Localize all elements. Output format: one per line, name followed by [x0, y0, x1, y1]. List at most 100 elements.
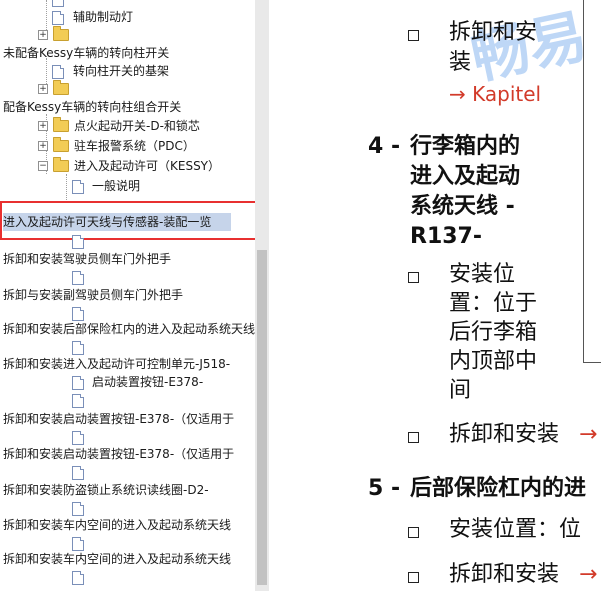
tree-item-icon-row[interactable]: [0, 568, 255, 586]
bullet-square-icon: [408, 272, 419, 283]
tree-item-partial[interactable]: [0, 0, 255, 8]
document-icon: [72, 431, 84, 445]
tree-item-label: 拆卸和安装防盗锁止系统识读线圈-D2-: [3, 483, 209, 497]
document-icon: [72, 466, 84, 480]
document-pane: 畅易 拆卸和安装 → Kapitel 4 - 行李箱内的 进入及起动 系统天线 …: [270, 0, 601, 591]
tree-item[interactable]: 配备Kessy车辆的转向柱组合开关: [0, 98, 255, 116]
tree-item[interactable]: 拆卸和安装驾驶员侧车门外把手: [0, 250, 255, 268]
tree-item[interactable]: 未配备Kessy车辆的转向柱开关: [0, 44, 255, 62]
bullet-square-icon: [408, 572, 419, 583]
folder-icon: [53, 26, 69, 41]
section-5-remove-install: 拆卸和安装: [449, 562, 560, 587]
document-icon: [52, 0, 64, 7]
tree-item-icon-row[interactable]: [0, 499, 255, 517]
folder-icon: [53, 137, 69, 152]
bullet-square-icon: [408, 432, 419, 443]
tree-item-selected[interactable]: 进入及起动许可天线与传感器-装配一览: [3, 213, 231, 231]
tree-item[interactable]: 拆卸和安装进入及起动许可控制单元-J518-: [0, 355, 255, 373]
document-icon: [72, 376, 84, 390]
tree-item[interactable]: 拆卸和安装车内空间的进入及起动系统天线: [0, 550, 255, 568]
tree-item-label: 拆卸和安装启动装置按钮-E378-（仅适用于: [3, 447, 235, 461]
document-icon: [72, 271, 84, 285]
section-4-title-line3: 系统天线 -: [410, 194, 515, 219]
document-icon: [72, 235, 84, 249]
tree-item-folder-open[interactable]: − 进入及起动许可（KESSY）: [0, 157, 255, 175]
tree-item-folder[interactable]: + 驻车报警系统（PDC）: [0, 137, 255, 155]
tree-item-label: 未配备Kessy车辆的转向柱开关: [3, 46, 170, 60]
tree-item-icon-row[interactable]: [0, 463, 255, 481]
section-5-link-arrow[interactable]: →: [579, 560, 597, 589]
tree-item[interactable]: 拆卸和安装启动装置按钮-E378-（仅适用于: [0, 445, 255, 463]
install-position-line5: 间: [449, 378, 472, 403]
expand-toggle[interactable]: +: [38, 84, 48, 94]
tree-item[interactable]: 启动装置按钮-E378-: [0, 373, 255, 391]
install-position-line2: 置：位于: [449, 291, 538, 316]
navigation-tree: 辅助制动灯 + 未配备Kessy车辆的转向柱开关 转向柱开关的基架 + 配备Ke…: [0, 0, 255, 591]
bullet-square-icon: [408, 527, 419, 538]
expand-toggle[interactable]: +: [38, 141, 48, 151]
tree-item-label: 拆卸和安装驾驶员侧车门外把手: [3, 252, 172, 266]
document-icon: [72, 502, 84, 516]
document-icon: [72, 571, 84, 585]
document-icon: [72, 180, 84, 194]
tree-item[interactable]: 拆卸和安装启动装置按钮-E378-（仅适用于: [0, 410, 255, 428]
tree-item-icon-row[interactable]: [0, 268, 255, 286]
remove-install-link-arrow[interactable]: →: [579, 420, 597, 449]
tree-item-label: 拆卸和安装进入及起动许可控制单元-J518-: [3, 357, 231, 371]
document-icon: [52, 11, 64, 25]
tree-item-label: 进入及起动许可（KESSY）: [74, 159, 221, 173]
section-4-title-line1: 行李箱内的: [410, 134, 521, 159]
tree-item-label: 转向柱开关的基架: [73, 64, 170, 78]
document-icon: [72, 537, 84, 551]
tree-item-label: 拆卸与安装副驾驶员侧车门外把手: [3, 288, 184, 302]
bullet-square-icon: [408, 30, 419, 41]
tree-item-label: 一般说明: [92, 179, 141, 193]
section-5-number: 5 -: [368, 476, 401, 501]
top-bullet-text: 拆卸和安装: [449, 20, 538, 75]
tree-item-icon-row[interactable]: [0, 338, 255, 356]
section-4-title-line2: 进入及起动: [410, 164, 521, 189]
install-position-line1: 安装位: [449, 262, 516, 287]
expand-toggle[interactable]: +: [38, 121, 48, 131]
collapse-toggle[interactable]: −: [38, 161, 48, 171]
folder-icon: [53, 80, 69, 95]
expand-toggle[interactable]: +: [38, 30, 48, 40]
tree-item-folder[interactable]: + 点火起动开关-D-和锁芯: [0, 117, 255, 135]
tree-item-icon-row[interactable]: [0, 232, 255, 250]
tree-item[interactable]: 拆卸与安装副驾驶员侧车门外把手: [0, 286, 255, 304]
section-5-title: 后部保险杠内的进: [410, 476, 587, 501]
tree-item[interactable]: 拆卸和安装防盗锁止系统识读线圈-D2-: [0, 481, 255, 499]
document-icon: [72, 394, 84, 408]
section-5-install-position: 安装位置：位: [449, 517, 582, 542]
tree-item-label: 启动装置按钮-E378-: [92, 375, 204, 389]
tree-item-label: 配备Kessy车辆的转向柱组合开关: [3, 100, 182, 114]
figure-frame: [583, 0, 601, 363]
tree-scrollbar-thumb[interactable]: [257, 250, 267, 585]
tree-item[interactable]: 转向柱开关的基架: [0, 62, 255, 80]
folder-icon: [53, 117, 69, 132]
tree-item-label: 驻车报警系统（PDC）: [74, 139, 195, 153]
tree-item-label: 辅助制动灯: [73, 10, 134, 24]
tree-item[interactable]: 一般说明: [0, 177, 255, 195]
section-4-title-line4: R137-: [410, 224, 482, 249]
tree-item[interactable]: 辅助制动灯: [0, 8, 255, 26]
remove-install-text: 拆卸和安装: [449, 422, 560, 447]
tree-item[interactable]: 拆卸和安装后部保险杠内的进入及起动系统天线: [0, 320, 255, 338]
kapitel-link[interactable]: → Kapitel: [449, 80, 541, 108]
install-position-line4: 内顶部中: [449, 349, 538, 374]
document-icon: [72, 307, 84, 321]
tree-item-label: 拆卸和安装车内空间的进入及起动系统天线: [3, 518, 232, 532]
tree-item[interactable]: 拆卸和安装车内空间的进入及起动系统天线: [0, 516, 255, 534]
section-4-number: 4 -: [368, 134, 401, 159]
tree-item-label: 点火起动开关-D-和锁芯: [74, 119, 200, 133]
tree-item-label: 拆卸和安装启动装置按钮-E378-（仅适用于: [3, 412, 235, 426]
tree-item-folder[interactable]: +: [0, 80, 255, 98]
tree-item-folder[interactable]: +: [0, 26, 255, 44]
folder-open-icon: [53, 157, 69, 172]
install-position-line3: 后行李箱: [449, 320, 538, 345]
tree-item-label: 进入及起动许可天线与传感器-装配一览: [3, 215, 212, 229]
document-icon: [52, 65, 64, 79]
tree-item-icon-row[interactable]: [0, 391, 255, 409]
tree-item-icon-row[interactable]: [0, 428, 255, 446]
tree-item-label: 拆卸和安装车内空间的进入及起动系统天线: [3, 552, 232, 566]
